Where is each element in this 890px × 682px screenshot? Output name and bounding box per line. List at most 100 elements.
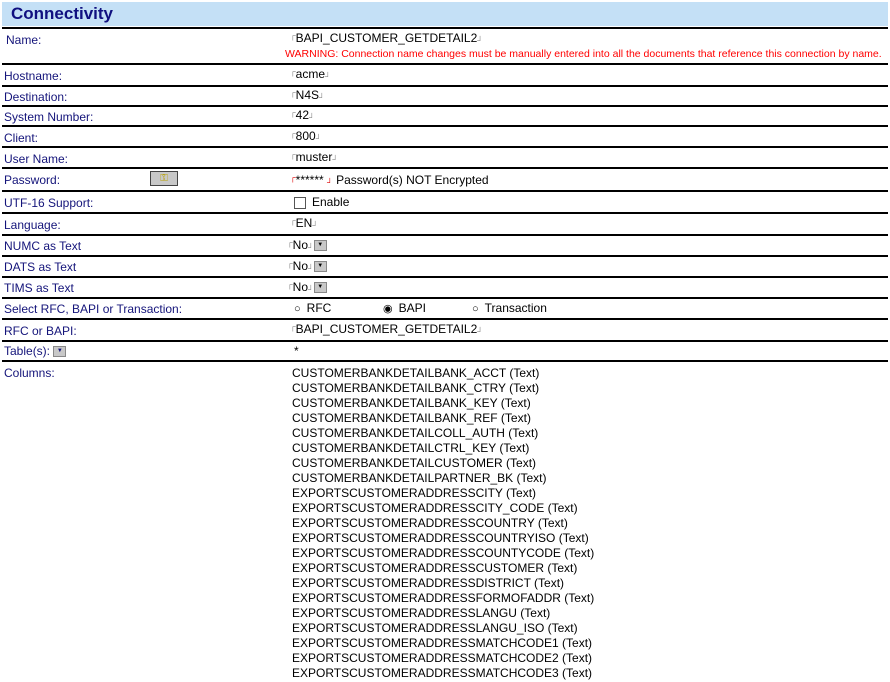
row-system-number: System Number: ┌42┘: [2, 105, 888, 125]
password-label: Password:: [4, 173, 61, 187]
numc-label: NUMC as Text: [4, 239, 82, 253]
tables-label-wrap: Table(s): ▼: [4, 344, 67, 358]
row-tims: TIMS as Text ┌No┘ ▼: [2, 276, 888, 297]
password-note: Password(s) NOT Encrypted: [336, 173, 489, 187]
column-item: CUSTOMERBANKDETAILBANK_KEY (Text): [292, 396, 531, 410]
dropdown-arrow-icon[interactable]: ▼: [313, 261, 327, 273]
radio-bapi[interactable]: ◉ BAPI: [383, 301, 426, 315]
column-item: EXPORTSCUSTOMERADDRESSCITY_CODE (Text): [292, 501, 578, 515]
radio-icon[interactable]: ○: [472, 303, 479, 315]
column-item: EXPORTSCUSTOMERADDRESSMATCHCODE3 (Text): [292, 666, 593, 680]
row-name: Name: ┌BAPI_CUSTOMER_GETDETAIL2┘ WARNING…: [2, 27, 888, 64]
radio-selected-icon[interactable]: ◉: [383, 302, 393, 315]
name-field[interactable]: ┌BAPI_CUSTOMER_GETDETAIL2┘: [290, 31, 483, 45]
column-item: EXPORTSCUSTOMERADDRESSCUSTOMER (Text): [292, 561, 578, 575]
rfc-bapi-field[interactable]: ┌BAPI_CUSTOMER_GETDETAIL2┘: [290, 322, 483, 336]
row-utf16: UTF-16 Support: Enable: [2, 190, 888, 212]
language-field[interactable]: ┌EN┘: [290, 216, 318, 230]
column-item: EXPORTSCUSTOMERADDRESSCITY (Text): [292, 486, 537, 500]
row-user-name: User Name: ┌muster┘: [2, 146, 888, 167]
system-number-value: 42: [295, 108, 310, 122]
rfc-bapi-label: RFC or BAPI:: [4, 324, 77, 338]
numc-value: No: [292, 238, 309, 252]
column-item: EXPORTSCUSTOMERADDRESSDISTRICT (Text): [292, 576, 565, 590]
radio-bapi-label: BAPI: [398, 301, 426, 315]
column-item: EXPORTSCUSTOMERADDRESSFORMOFADDR (Text): [292, 591, 595, 605]
hostname-field[interactable]: ┌acme┘: [290, 67, 331, 81]
columns-label: Columns:: [4, 366, 55, 380]
tables-dropdown-icon[interactable]: ▼: [53, 346, 67, 358]
client-label: Client:: [4, 131, 39, 145]
row-dats: DATS as Text ┌No┘ ▼: [2, 255, 888, 276]
system-number-field[interactable]: ┌42┘: [290, 108, 315, 122]
tims-label: TIMS as Text: [4, 281, 74, 295]
row-language: Language: ┌EN┘: [2, 212, 888, 234]
language-value: EN: [295, 216, 313, 230]
row-password: Password: ⚿ ┌****** ┘ Password(s) NOT En…: [2, 167, 888, 190]
select-type-label: Select RFC, BAPI or Transaction:: [4, 302, 183, 316]
column-item: EXPORTSCUSTOMERADDRESSCOUNTRYISO (Text): [292, 531, 589, 545]
dropdown-arrow-icon[interactable]: ▼: [313, 240, 327, 252]
column-item: CUSTOMERBANKDETAILBANK_REF (Text): [292, 411, 531, 425]
utf16-checkbox[interactable]: Enable: [294, 195, 349, 209]
tims-value: No: [292, 280, 309, 294]
radio-icon[interactable]: ○: [294, 303, 301, 315]
numc-select[interactable]: ┌No┘ ▼: [287, 238, 327, 252]
row-columns: Columns: CUSTOMERBANKDETAILBANK_ACCT (Te…: [2, 360, 888, 682]
destination-label: Destination:: [4, 90, 68, 104]
radio-rfc[interactable]: ○ RFC: [294, 301, 331, 315]
tables-label: Table(s):: [4, 344, 51, 358]
client-field[interactable]: ┌800┘: [290, 129, 321, 143]
password-value: ******: [295, 173, 324, 187]
column-item: EXPORTSCUSTOMERADDRESSLANGU (Text): [292, 606, 551, 620]
name-value: BAPI_CUSTOMER_GETDETAIL2: [295, 31, 478, 45]
column-item: CUSTOMERBANKDETAILCTRL_KEY (Text): [292, 441, 530, 455]
utf16-label: UTF-16 Support:: [4, 196, 94, 210]
name-warning: WARNING: Connection name changes must be…: [285, 48, 882, 60]
row-hostname: Hostname: ┌acme┘: [2, 63, 888, 85]
section-title: Connectivity: [11, 4, 114, 23]
checkbox-icon[interactable]: [294, 196, 306, 209]
column-item: CUSTOMERBANKDETAILPARTNER_BK (Text): [292, 471, 547, 485]
column-item: CUSTOMERBANKDETAILCOLL_AUTH (Text): [292, 426, 539, 440]
dats-select[interactable]: ┌No┘ ▼: [287, 259, 327, 273]
language-label: Language:: [4, 218, 61, 232]
columns-list: CUSTOMERBANKDETAILBANK_ACCT (Text) CUSTOM…: [292, 366, 594, 681]
column-item: EXPORTSCUSTOMERADDRESSCOUNTYCODE (Text): [292, 546, 595, 560]
key-icon-button[interactable]: ⚿: [150, 171, 178, 186]
row-rfc-bapi: RFC or BAPI: ┌BAPI_CUSTOMER_GETDETAIL2┘: [2, 318, 888, 340]
utf16-option: Enable: [312, 195, 350, 209]
client-value: 800: [295, 129, 316, 143]
rfc-bapi-value: BAPI_CUSTOMER_GETDETAIL2: [295, 322, 478, 336]
column-item: EXPORTSCUSTOMERADDRESSLANGU_ISO (Text): [292, 621, 578, 635]
tims-select[interactable]: ┌No┘ ▼: [287, 280, 327, 294]
column-item: CUSTOMERBANKDETAILCUSTOMER (Text): [292, 456, 537, 470]
system-number-label: System Number:: [4, 110, 94, 124]
hostname-label: Hostname:: [4, 69, 63, 83]
tables-value: *: [294, 344, 299, 358]
radio-transaction-label: Transaction: [484, 301, 547, 315]
user-name-label: User Name:: [4, 152, 69, 166]
column-item: EXPORTSCUSTOMERADDRESSMATCHCODE1 (Text): [292, 636, 593, 650]
column-item: CUSTOMERBANKDETAILBANK_ACCT (Text): [292, 366, 540, 380]
hostname-value: acme: [295, 67, 326, 81]
password-field[interactable]: ┌****** ┘ Password(s) NOT Encrypted: [290, 173, 489, 187]
radio-rfc-label: RFC: [306, 301, 332, 315]
row-destination: Destination: ┌N4S┘: [2, 85, 888, 105]
destination-value: N4S: [295, 88, 320, 102]
dats-label: DATS as Text: [4, 260, 77, 274]
column-item: CUSTOMERBANKDETAILBANK_CTRY (Text): [292, 381, 540, 395]
section-header: Connectivity: [2, 2, 888, 26]
name-label: Name:: [6, 33, 42, 47]
user-name-field[interactable]: ┌muster┘: [290, 150, 338, 164]
destination-field[interactable]: ┌N4S┘: [290, 88, 325, 102]
dropdown-arrow-icon[interactable]: ▼: [313, 282, 327, 294]
dats-value: No: [292, 259, 309, 273]
row-numc: NUMC as Text ┌No┘ ▼: [2, 234, 888, 255]
row-client: Client: ┌800┘: [2, 125, 888, 146]
row-select-type: Select RFC, BAPI or Transaction: ○ RFC ◉ B…: [2, 297, 888, 318]
radio-transaction[interactable]: ○ Transaction: [472, 301, 547, 315]
user-name-value: muster: [295, 150, 333, 164]
row-tables: Table(s): ▼ *: [2, 340, 888, 360]
column-item: EXPORTSCUSTOMERADDRESSMATCHCODE2 (Text): [292, 651, 593, 665]
